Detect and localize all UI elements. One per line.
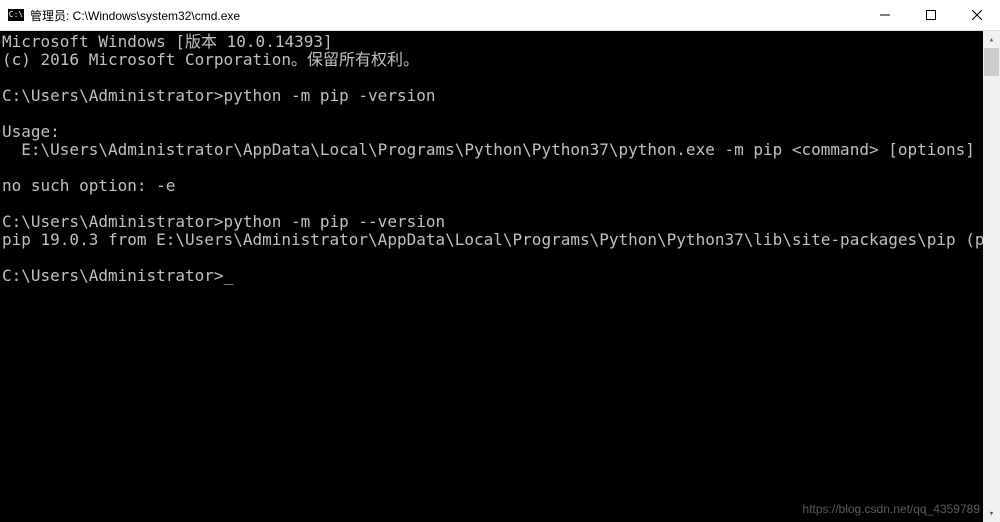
close-button[interactable] [954, 0, 1000, 30]
window-title: 管理员: C:\Windows\system32\cmd.exe [30, 7, 862, 24]
terminal-line: Microsoft Windows [版本 10.0.14393] [2, 33, 1000, 51]
terminal-line: E:\Users\Administrator\AppData\Local\Pro… [2, 141, 1000, 159]
terminal-output[interactable]: Microsoft Windows [版本 10.0.14393](c) 201… [0, 31, 1000, 522]
scroll-up-arrow[interactable]: ▴ [983, 31, 1000, 48]
scrollbar-thumb[interactable] [984, 48, 999, 76]
watermark-text: https://blog.csdn.net/qq_4359789 [803, 502, 980, 516]
maximize-button[interactable] [908, 0, 954, 30]
terminal-line: C:\Users\Administrator>python -m pip -ve… [2, 87, 1000, 105]
terminal-line: C:\Users\Administrator>python -m pip --v… [2, 213, 1000, 231]
terminal-line [2, 195, 1000, 213]
terminal-line: C:\Users\Administrator>_ [2, 267, 1000, 285]
terminal-line [2, 159, 1000, 177]
terminal-line [2, 249, 1000, 267]
vertical-scrollbar[interactable]: ▴ ▾ [983, 31, 1000, 522]
terminal-line: Usage: [2, 123, 1000, 141]
terminal-line: (c) 2016 Microsoft Corporation。保留所有权利。 [2, 51, 1000, 69]
terminal-line [2, 105, 1000, 123]
terminal-line: no such option: -e [2, 177, 1000, 195]
cmd-icon: C:\ [8, 9, 24, 21]
minimize-button[interactable] [862, 0, 908, 30]
scroll-down-arrow[interactable]: ▾ [983, 505, 1000, 522]
terminal-line: pip 19.0.3 from E:\Users\Administrator\A… [2, 231, 1000, 249]
terminal-line [2, 69, 1000, 87]
terminal-cursor: _ [224, 267, 234, 285]
window-controls [862, 0, 1000, 30]
window-titlebar: C:\ 管理员: C:\Windows\system32\cmd.exe [0, 0, 1000, 31]
